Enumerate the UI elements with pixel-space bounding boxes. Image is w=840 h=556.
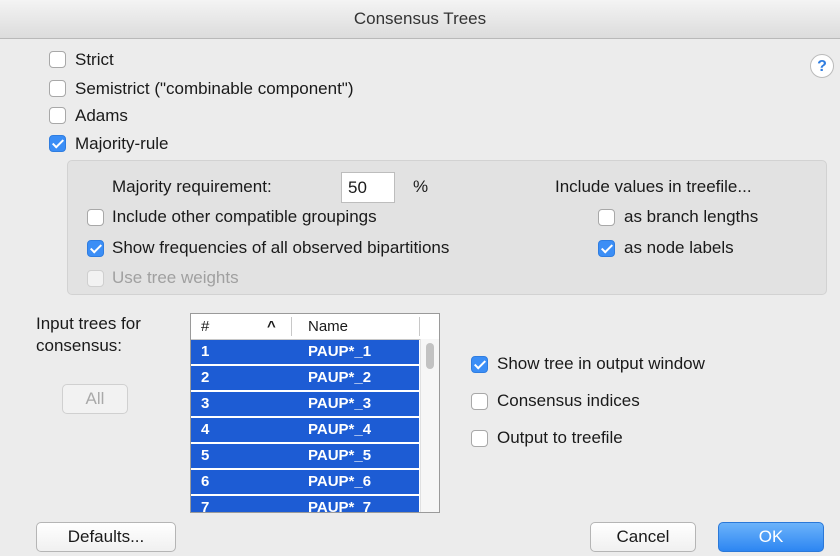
show-frequencies-checkbox[interactable] <box>87 240 104 257</box>
table-row[interactable]: 2 PAUP*_2 <box>191 366 419 392</box>
use-tree-weights-label: Use tree weights <box>112 268 239 287</box>
show-tree-output-label: Show tree in output window <box>497 354 705 373</box>
strict-label: Strict <box>75 50 114 69</box>
row-number: 5 <box>201 447 210 464</box>
branch-lengths-checkbox[interactable] <box>598 209 615 226</box>
table-row[interactable]: 4 PAUP*_4 <box>191 418 419 444</box>
majority-rule-label: Majority-rule <box>75 134 169 153</box>
column-divider <box>291 317 292 336</box>
percent-label: % <box>413 177 429 196</box>
consensus-indices-label: Consensus indices <box>497 391 640 410</box>
semistrict-label: Semistrict ("combinable component") <box>75 79 354 98</box>
use-tree-weights-checkbox[interactable] <box>87 270 104 287</box>
branch-lengths-label: as branch lengths <box>624 207 759 226</box>
input-trees-label-line1: Input trees for <box>36 314 141 333</box>
output-treefile-checkbox[interactable] <box>471 430 488 447</box>
include-other-groupings-label: Include other compatible groupings <box>112 207 377 226</box>
cancel-button[interactable]: Cancel <box>590 522 696 552</box>
input-trees-label-line2: consensus: <box>36 336 122 355</box>
table-row[interactable]: 7 PAUP*_7 <box>191 496 419 513</box>
column-header-number[interactable]: # <box>201 314 209 339</box>
sort-ascending-icon[interactable]: ^ <box>267 314 276 339</box>
row-name: PAUP*_5 <box>308 447 372 464</box>
window-title: Consensus Trees <box>0 0 840 39</box>
adams-checkbox[interactable] <box>49 107 66 124</box>
table-row[interactable]: 1 PAUP*_1 <box>191 340 419 366</box>
majority-requirement-label: Majority requirement: <box>112 177 272 196</box>
strict-checkbox[interactable] <box>49 51 66 68</box>
scrollbar-thumb[interactable] <box>426 343 434 369</box>
row-name: PAUP*_2 <box>308 369 372 386</box>
defaults-button[interactable]: Defaults... <box>36 522 176 552</box>
help-button[interactable]: ? <box>810 54 834 78</box>
row-name: PAUP*_1 <box>308 343 372 360</box>
majority-rule-checkbox[interactable] <box>49 135 66 152</box>
all-button[interactable]: All <box>62 384 128 414</box>
column-header-name[interactable]: Name <box>308 314 348 339</box>
table-scrollbar[interactable] <box>420 339 439 512</box>
semistrict-checkbox[interactable] <box>49 80 66 97</box>
show-frequencies-label: Show frequencies of all observed biparti… <box>112 238 450 257</box>
row-name: PAUP*_4 <box>308 421 372 438</box>
show-tree-output-checkbox[interactable] <box>471 356 488 373</box>
node-labels-label: as node labels <box>624 238 734 257</box>
include-other-groupings-checkbox[interactable] <box>87 209 104 226</box>
adams-label: Adams <box>75 106 128 125</box>
output-treefile-label: Output to treefile <box>497 428 623 447</box>
row-name: PAUP*_3 <box>308 395 372 412</box>
row-number: 7 <box>201 499 210 513</box>
table-header: # ^ Name <box>191 314 439 340</box>
row-number: 6 <box>201 473 210 490</box>
input-trees-table[interactable]: # ^ Name 1 PAUP*_1 2 PAUP*_2 3 PAUP*_3 4… <box>190 313 440 513</box>
column-divider <box>419 317 420 336</box>
row-name: PAUP*_6 <box>308 473 372 490</box>
row-number: 2 <box>201 369 210 386</box>
row-number: 3 <box>201 395 210 412</box>
row-name: PAUP*_7 <box>308 499 372 513</box>
consensus-indices-checkbox[interactable] <box>471 393 488 410</box>
node-labels-checkbox[interactable] <box>598 240 615 257</box>
ok-button[interactable]: OK <box>718 522 824 552</box>
majority-requirement-input[interactable]: 50 <box>341 172 395 203</box>
include-values-label: Include values in treefile... <box>555 177 752 196</box>
table-row[interactable]: 5 PAUP*_5 <box>191 444 419 470</box>
row-number: 1 <box>201 343 210 360</box>
table-row[interactable]: 6 PAUP*_6 <box>191 470 419 496</box>
row-number: 4 <box>201 421 210 438</box>
table-row[interactable]: 3 PAUP*_3 <box>191 392 419 418</box>
